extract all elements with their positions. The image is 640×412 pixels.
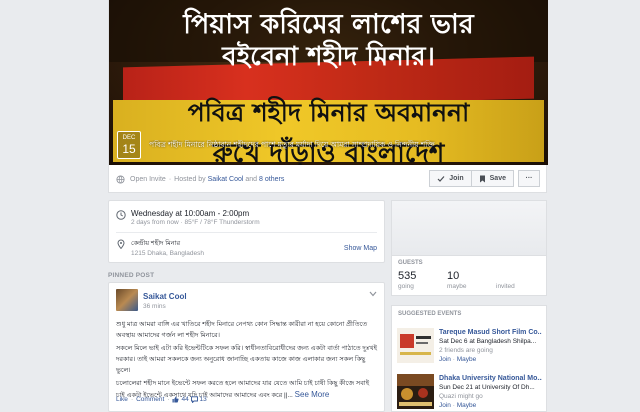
maybe-label: maybe bbox=[447, 283, 467, 290]
event-thumbnail bbox=[397, 328, 434, 363]
suggested-join-link[interactable]: Join bbox=[439, 402, 451, 409]
suggested-event-actions: Join · Maybe bbox=[439, 401, 542, 410]
going-count: 535 bbox=[398, 270, 417, 282]
guests-going[interactable]: 535 going bbox=[398, 270, 416, 290]
pinned-post-card: Saikat Cool 36 mins শুধু মাত্র আমরা বাঙ্… bbox=[108, 282, 385, 412]
invited-count bbox=[496, 270, 515, 282]
suggested-event-actions: Join · Maybe bbox=[439, 355, 542, 364]
join-button[interactable]: Join bbox=[429, 170, 472, 187]
suggested-maybe-link[interactable]: Maybe bbox=[457, 402, 477, 409]
suggested-event-friends: 2 friends are going bbox=[439, 347, 493, 354]
join-check-icon bbox=[437, 175, 445, 182]
event-time-row: Wednesday at 10:00am - 2:00pm 2 days fro… bbox=[116, 209, 260, 226]
avatar[interactable] bbox=[116, 289, 138, 311]
more-options-icon: ··· bbox=[525, 175, 533, 182]
location-pin-icon bbox=[117, 239, 125, 249]
maybe-count: 10 bbox=[447, 270, 460, 282]
post-author-link[interactable]: Saikat Cool bbox=[143, 292, 187, 301]
suggested-event-item[interactable]: Tareque Masud Short Film Co... Sat Dec 6… bbox=[397, 328, 542, 366]
post-timestamp[interactable]: 36 mins bbox=[143, 303, 166, 310]
post-paragraph-1: শুধু মাত্র আমরা বাঙ্গি এর খাতিরে শহীদ মি… bbox=[116, 321, 368, 339]
event-date-day: 15 bbox=[122, 142, 136, 156]
show-map-link[interactable]: Show Map bbox=[344, 245, 377, 252]
suggested-event-title[interactable]: Dhaka University National Mo... bbox=[439, 374, 542, 383]
event-invite-bar: Open Invite · Hosted by Saikat Cool and … bbox=[109, 165, 546, 193]
other-hosts-link[interactable]: 8 others bbox=[259, 176, 284, 183]
and-label: and bbox=[245, 175, 258, 183]
suggested-event-date: Sun Dec 21 at University Of Dh... bbox=[439, 384, 535, 391]
event-cover-photo[interactable]: পিয়াস করিমের লাশের ভার বইবেনা শহীদ মিনা… bbox=[109, 0, 548, 165]
see-more-link[interactable]: See More bbox=[295, 390, 330, 399]
map-preview[interactable] bbox=[391, 200, 547, 255]
going-label: going bbox=[398, 283, 414, 290]
suggested-event-info: Dhaka University National Mo... Sun Dec … bbox=[439, 374, 542, 410]
guests-title: GUESTS bbox=[398, 260, 423, 266]
chevron-down-icon[interactable] bbox=[369, 291, 377, 297]
post-actions-bar: Like · Comment · 44 13 bbox=[116, 396, 207, 403]
event-location-row: কেন্দ্রীয় শহীদ মিনার 1215 Dhaka, Bangla… bbox=[116, 238, 204, 257]
comment-bubble-icon bbox=[190, 396, 198, 403]
suggested-event-item[interactable]: Dhaka University National Mo... Sun Dec … bbox=[397, 374, 542, 412]
save-button[interactable]: Save bbox=[471, 170, 514, 187]
suggested-event-friends: Quazi might go bbox=[439, 393, 483, 400]
event-time: Wednesday at 10:00am - 2:00pm bbox=[131, 209, 250, 218]
bookmark-icon bbox=[479, 175, 485, 182]
guests-card: GUESTS 535 going 10 maybe invited bbox=[391, 255, 547, 296]
host-link[interactable]: Saikat Cool bbox=[208, 176, 244, 183]
suggested-events-title: SUGGESTED EVENTS bbox=[398, 311, 462, 317]
likes-count[interactable]: 44 bbox=[181, 396, 188, 403]
invited-label: invited bbox=[496, 283, 515, 290]
event-title-caption: পবিত্র শহীদ মিনারে নিষ্ঠাবান শহীদদের পাশ… bbox=[149, 140, 435, 149]
separator-dot: · bbox=[130, 396, 134, 403]
separator-dot: · bbox=[167, 396, 170, 403]
suggested-event-info: Tareque Masud Short Film Co... Sat Dec 6… bbox=[439, 328, 542, 364]
event-details-card: Wednesday at 10:00am - 2:00pm 2 days fro… bbox=[108, 200, 385, 263]
thumbs-up-icon bbox=[172, 396, 180, 403]
post-body: শুধু মাত্র আমরা বাঙ্গি এর খাতিরে শহীদ মি… bbox=[116, 319, 377, 403]
separator-dot: · bbox=[168, 175, 172, 183]
event-action-buttons: Join Save ··· bbox=[429, 170, 540, 187]
like-link[interactable]: Like bbox=[116, 396, 128, 403]
globe-icon bbox=[116, 174, 125, 184]
join-button-label: Join bbox=[449, 175, 464, 182]
suggested-event-date: Sat Dec 6 at Bangladesh Shilpa... bbox=[439, 338, 537, 345]
comments-count[interactable]: 13 bbox=[200, 396, 207, 403]
event-header-card: পিয়াস করিমের লাশের ভার বইবেনা শহীদ মিনা… bbox=[108, 0, 548, 193]
details-divider bbox=[116, 232, 377, 233]
more-options-button[interactable]: ··· bbox=[518, 170, 540, 187]
privacy-label: Open Invite bbox=[130, 175, 166, 183]
comment-link[interactable]: Comment bbox=[136, 396, 164, 403]
save-button-label: Save bbox=[489, 175, 506, 182]
event-date-badge: DEC 15 bbox=[117, 131, 141, 159]
pinned-post-label: PINNED POST bbox=[108, 272, 155, 279]
suggested-event-title[interactable]: Tareque Masud Short Film Co... bbox=[439, 328, 542, 337]
post-paragraph-2: সকলে মিলে ভাই এটা করি ইভেন্টটিকে সফল করি… bbox=[116, 345, 377, 374]
hosted-by-label: Hosted by bbox=[174, 175, 206, 183]
cover-text-line-3: পবিত্র শহীদ মিনার অবমাননা bbox=[187, 98, 470, 127]
event-venue[interactable]: কেন্দ্রীয় শহীদ মিনার bbox=[131, 238, 204, 249]
event-time-weather: 2 days from now · 85°F / 78°F Thundersto… bbox=[131, 219, 260, 226]
suggested-events-card: SUGGESTED EVENTS Tareque Masud Short Fil… bbox=[391, 305, 547, 412]
guests-maybe[interactable]: 10 maybe bbox=[447, 270, 467, 290]
guests-invited[interactable]: invited bbox=[496, 270, 515, 290]
event-date-month: DEC bbox=[122, 135, 136, 141]
clock-icon bbox=[116, 210, 126, 220]
suggested-maybe-link[interactable]: Maybe bbox=[457, 356, 477, 363]
event-thumbnail bbox=[397, 374, 434, 409]
suggested-join-link[interactable]: Join bbox=[439, 356, 451, 363]
cover-text-line-2: বইবেনা শহীদ মিনার। bbox=[222, 42, 435, 72]
event-address: 1215 Dhaka, Bangladesh bbox=[131, 250, 205, 257]
